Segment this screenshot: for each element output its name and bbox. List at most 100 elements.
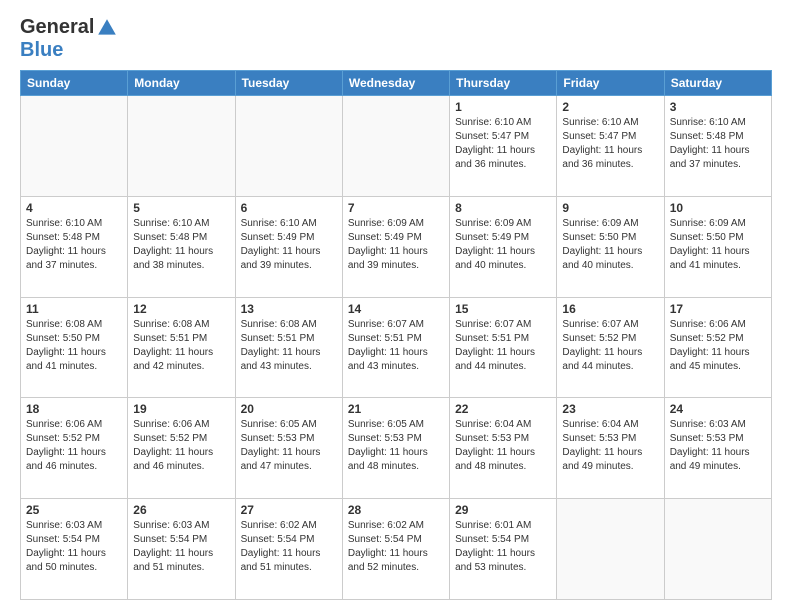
day-info: Sunrise: 6:05 AMSunset: 5:53 PMDaylight:… bbox=[348, 418, 444, 474]
day-number: 27 bbox=[241, 503, 337, 517]
day-info: Sunrise: 6:07 AMSunset: 5:51 PMDaylight:… bbox=[348, 318, 444, 374]
day-info: Sunrise: 6:07 AMSunset: 5:51 PMDaylight:… bbox=[455, 318, 551, 374]
day-info: Sunrise: 6:08 AMSunset: 5:51 PMDaylight:… bbox=[133, 318, 229, 374]
day-info: Sunrise: 6:04 AMSunset: 5:53 PMDaylight:… bbox=[455, 418, 551, 474]
calendar-cell: 20 Sunrise: 6:05 AMSunset: 5:53 PMDayligh… bbox=[235, 398, 342, 499]
day-info: Sunrise: 6:09 AMSunset: 5:50 PMDaylight:… bbox=[670, 217, 766, 273]
day-number: 9 bbox=[562, 201, 658, 215]
weekday-header-monday: Monday bbox=[128, 71, 235, 96]
calendar-cell: 6 Sunrise: 6:10 AMSunset: 5:49 PMDaylight… bbox=[235, 196, 342, 297]
day-info: Sunrise: 6:05 AMSunset: 5:53 PMDaylight:… bbox=[241, 418, 337, 474]
day-number: 26 bbox=[133, 503, 229, 517]
day-number: 7 bbox=[348, 201, 444, 215]
calendar-cell: 13 Sunrise: 6:08 AMSunset: 5:51 PMDayligh… bbox=[235, 297, 342, 398]
logo-text: General bbox=[20, 16, 118, 39]
logo-blue: Blue bbox=[20, 39, 118, 62]
day-info: Sunrise: 6:10 AMSunset: 5:47 PMDaylight:… bbox=[562, 116, 658, 172]
header: General Blue bbox=[20, 16, 772, 62]
day-number: 20 bbox=[241, 402, 337, 416]
calendar-cell: 15 Sunrise: 6:07 AMSunset: 5:51 PMDayligh… bbox=[450, 297, 557, 398]
day-number: 22 bbox=[455, 402, 551, 416]
day-info: Sunrise: 6:08 AMSunset: 5:51 PMDaylight:… bbox=[241, 318, 337, 374]
calendar-cell: 22 Sunrise: 6:04 AMSunset: 5:53 PMDayligh… bbox=[450, 398, 557, 499]
calendar-cell: 4 Sunrise: 6:10 AMSunset: 5:48 PMDaylight… bbox=[21, 196, 128, 297]
calendar-cell bbox=[557, 499, 664, 600]
day-number: 4 bbox=[26, 201, 122, 215]
day-info: Sunrise: 6:10 AMSunset: 5:48 PMDaylight:… bbox=[670, 116, 766, 172]
calendar-cell bbox=[235, 96, 342, 197]
day-info: Sunrise: 6:09 AMSunset: 5:49 PMDaylight:… bbox=[455, 217, 551, 273]
calendar-cell: 11Sunrise: 6:08 AMSunset: 5:50 PMDayligh… bbox=[21, 297, 128, 398]
day-number: 17 bbox=[670, 302, 766, 316]
logo-icon bbox=[96, 17, 118, 39]
day-number: 28 bbox=[348, 503, 444, 517]
weekday-header-thursday: Thursday bbox=[450, 71, 557, 96]
calendar-cell: 3 Sunrise: 6:10 AMSunset: 5:48 PMDaylight… bbox=[664, 96, 771, 197]
day-info: Sunrise: 6:07 AMSunset: 5:52 PMDaylight:… bbox=[562, 318, 658, 374]
calendar-cell bbox=[21, 96, 128, 197]
logo: General Blue bbox=[20, 16, 118, 62]
day-info: Sunrise: 6:02 AMSunset: 5:54 PMDaylight:… bbox=[348, 519, 444, 575]
day-info: Sunrise: 6:03 AMSunset: 5:54 PMDaylight:… bbox=[133, 519, 229, 575]
day-info: Sunrise: 6:06 AMSunset: 5:52 PMDaylight:… bbox=[670, 318, 766, 374]
calendar-cell: 21 Sunrise: 6:05 AMSunset: 5:53 PMDayligh… bbox=[342, 398, 449, 499]
week-row-3: 18 Sunrise: 6:06 AMSunset: 5:52 PMDayligh… bbox=[21, 398, 772, 499]
calendar-cell: 1 Sunrise: 6:10 AMSunset: 5:47 PMDaylight… bbox=[450, 96, 557, 197]
day-number: 5 bbox=[133, 201, 229, 215]
day-info: Sunrise: 6:01 AMSunset: 5:54 PMDaylight:… bbox=[455, 519, 551, 575]
calendar-cell: 23 Sunrise: 6:04 AMSunset: 5:53 PMDayligh… bbox=[557, 398, 664, 499]
day-number: 29 bbox=[455, 503, 551, 517]
weekday-header-tuesday: Tuesday bbox=[235, 71, 342, 96]
day-number: 12 bbox=[133, 302, 229, 316]
day-info: Sunrise: 6:09 AMSunset: 5:50 PMDaylight:… bbox=[562, 217, 658, 273]
day-number: 1 bbox=[455, 100, 551, 114]
calendar-cell: 29 Sunrise: 6:01 AMSunset: 5:54 PMDayligh… bbox=[450, 499, 557, 600]
calendar-cell bbox=[128, 96, 235, 197]
day-number: 18 bbox=[26, 402, 122, 416]
day-number: 19 bbox=[133, 402, 229, 416]
day-number: 16 bbox=[562, 302, 658, 316]
day-number: 6 bbox=[241, 201, 337, 215]
calendar-cell: 16 Sunrise: 6:07 AMSunset: 5:52 PMDayligh… bbox=[557, 297, 664, 398]
page: General Blue SundayMondayTuesdayWednesda… bbox=[0, 0, 792, 612]
calendar-cell: 10 Sunrise: 6:09 AMSunset: 5:50 PMDayligh… bbox=[664, 196, 771, 297]
day-info: Sunrise: 6:10 AMSunset: 5:49 PMDaylight:… bbox=[241, 217, 337, 273]
week-row-4: 25Sunrise: 6:03 AMSunset: 5:54 PMDayligh… bbox=[21, 499, 772, 600]
day-info: Sunrise: 6:04 AMSunset: 5:53 PMDaylight:… bbox=[562, 418, 658, 474]
weekday-header-row: SundayMondayTuesdayWednesdayThursdayFrid… bbox=[21, 71, 772, 96]
day-info: Sunrise: 6:10 AMSunset: 5:48 PMDaylight:… bbox=[26, 217, 122, 273]
calendar-cell: 26 Sunrise: 6:03 AMSunset: 5:54 PMDayligh… bbox=[128, 499, 235, 600]
day-info: Sunrise: 6:09 AMSunset: 5:49 PMDaylight:… bbox=[348, 217, 444, 273]
day-info: Sunrise: 6:10 AMSunset: 5:48 PMDaylight:… bbox=[133, 217, 229, 273]
day-info: Sunrise: 6:03 AMSunset: 5:53 PMDaylight:… bbox=[670, 418, 766, 474]
calendar-cell: 9 Sunrise: 6:09 AMSunset: 5:50 PMDaylight… bbox=[557, 196, 664, 297]
calendar-cell: 2 Sunrise: 6:10 AMSunset: 5:47 PMDaylight… bbox=[557, 96, 664, 197]
day-info: Sunrise: 6:02 AMSunset: 5:54 PMDaylight:… bbox=[241, 519, 337, 575]
day-info: Sunrise: 6:10 AMSunset: 5:47 PMDaylight:… bbox=[455, 116, 551, 172]
calendar-cell: 18Sunrise: 6:06 AMSunset: 5:52 PMDayligh… bbox=[21, 398, 128, 499]
week-row-0: 1 Sunrise: 6:10 AMSunset: 5:47 PMDaylight… bbox=[21, 96, 772, 197]
calendar-cell: 19 Sunrise: 6:06 AMSunset: 5:52 PMDayligh… bbox=[128, 398, 235, 499]
day-number: 14 bbox=[348, 302, 444, 316]
weekday-header-friday: Friday bbox=[557, 71, 664, 96]
day-number: 13 bbox=[241, 302, 337, 316]
calendar-cell bbox=[664, 499, 771, 600]
calendar-cell: 24 Sunrise: 6:03 AMSunset: 5:53 PMDayligh… bbox=[664, 398, 771, 499]
calendar-cell: 12 Sunrise: 6:08 AMSunset: 5:51 PMDayligh… bbox=[128, 297, 235, 398]
day-number: 10 bbox=[670, 201, 766, 215]
week-row-2: 11Sunrise: 6:08 AMSunset: 5:50 PMDayligh… bbox=[21, 297, 772, 398]
calendar-cell: 28 Sunrise: 6:02 AMSunset: 5:54 PMDayligh… bbox=[342, 499, 449, 600]
weekday-header-wednesday: Wednesday bbox=[342, 71, 449, 96]
day-number: 2 bbox=[562, 100, 658, 114]
day-number: 23 bbox=[562, 402, 658, 416]
day-number: 8 bbox=[455, 201, 551, 215]
day-number: 15 bbox=[455, 302, 551, 316]
day-number: 24 bbox=[670, 402, 766, 416]
day-info: Sunrise: 6:06 AMSunset: 5:52 PMDaylight:… bbox=[133, 418, 229, 474]
day-number: 3 bbox=[670, 100, 766, 114]
calendar-cell: 27 Sunrise: 6:02 AMSunset: 5:54 PMDayligh… bbox=[235, 499, 342, 600]
day-info: Sunrise: 6:03 AMSunset: 5:54 PMDaylight:… bbox=[26, 519, 122, 575]
day-number: 21 bbox=[348, 402, 444, 416]
calendar-cell: 14 Sunrise: 6:07 AMSunset: 5:51 PMDayligh… bbox=[342, 297, 449, 398]
calendar-cell: 5 Sunrise: 6:10 AMSunset: 5:48 PMDaylight… bbox=[128, 196, 235, 297]
